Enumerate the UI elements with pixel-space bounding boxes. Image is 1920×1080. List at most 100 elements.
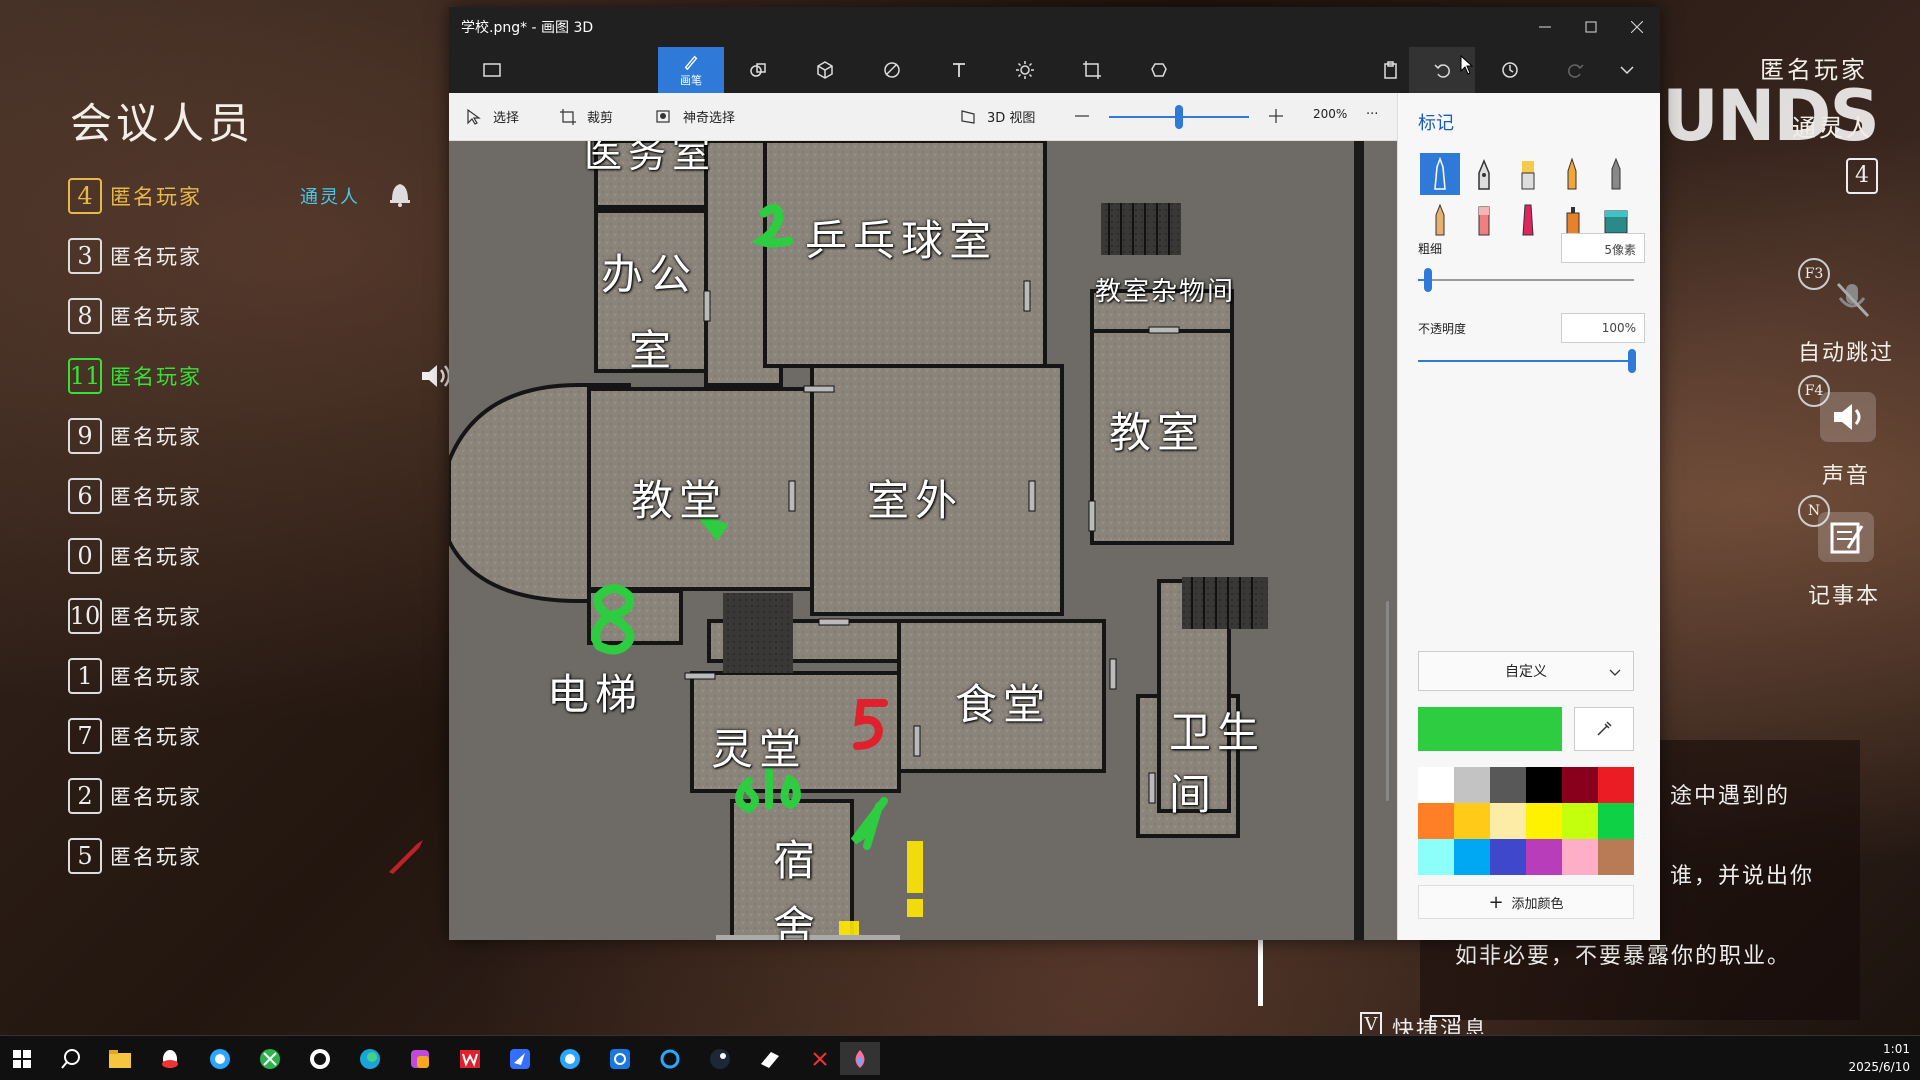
stickers-tab[interactable]	[859, 47, 925, 93]
color-swatch[interactable]	[1418, 839, 1454, 875]
select-tool[interactable]: 选择	[465, 107, 519, 126]
edge-icon[interactable]	[350, 1042, 390, 1075]
opacity-input[interactable]: 100%	[1561, 313, 1645, 343]
minimize-button[interactable]	[1522, 7, 1568, 47]
title-bar[interactable]: 学校.png* - 画图 3D	[449, 7, 1660, 47]
notebook-label[interactable]: 记事本	[1808, 578, 1880, 610]
player-row[interactable]: 0 匿名玩家	[68, 536, 448, 576]
player-row[interactable]: 7 匿名玩家	[68, 716, 448, 756]
calligraphy-pen-brush[interactable]	[1464, 153, 1504, 195]
color-swatch[interactable]	[1526, 803, 1562, 839]
opacity-slider[interactable]	[1418, 360, 1634, 362]
marker-brush[interactable]	[1420, 153, 1460, 195]
notebook-icon[interactable]	[1818, 512, 1874, 562]
brushes-tab[interactable]: 画笔	[658, 47, 724, 93]
menu-folder-button[interactable]	[459, 47, 525, 93]
eyedropper-button[interactable]	[1574, 707, 1634, 751]
sound-icon[interactable]	[1820, 392, 1876, 442]
browser-q2-icon[interactable]	[550, 1042, 590, 1075]
color-swatch[interactable]	[1526, 767, 1562, 803]
player-row[interactable]: 4 匿名玩家 通灵人	[68, 176, 448, 216]
file-explorer-icon[interactable]	[100, 1042, 140, 1075]
color-swatch[interactable]	[1490, 839, 1526, 875]
expand-chevron-icon[interactable]	[1594, 47, 1660, 93]
player-row[interactable]: 1 匿名玩家	[68, 656, 448, 696]
paint3d-taskbar-icon[interactable]	[840, 1042, 880, 1075]
xbox-icon[interactable]	[250, 1042, 290, 1075]
crayon-brush[interactable]	[1420, 199, 1460, 241]
cortana-icon[interactable]	[650, 1042, 690, 1075]
color-swatch[interactable]	[1454, 803, 1490, 839]
color-swatch[interactable]	[1490, 803, 1526, 839]
m365-icon[interactable]	[400, 1042, 440, 1075]
color-swatch[interactable]	[1454, 839, 1490, 875]
3d-view-toggle[interactable]: 3D 视图	[959, 107, 1035, 126]
color-swatch[interactable]	[1562, 767, 1598, 803]
player-row[interactable]: 3 匿名玩家	[68, 236, 448, 276]
search-icon[interactable]	[51, 1042, 91, 1075]
remote-desktop-icon[interactable]	[600, 1042, 640, 1075]
quick-message-key-label[interactable]: V	[1360, 1012, 1382, 1034]
player-row[interactable]: 10 匿名玩家	[68, 596, 448, 636]
player-row[interactable]: 6 匿名玩家	[68, 476, 448, 516]
magic-select-tool[interactable]: 神奇选择	[655, 107, 735, 126]
history-button[interactable]	[1477, 47, 1543, 93]
system-clock[interactable]: 1:01 2025/6/10	[1848, 1040, 1910, 1076]
zoom-in-button[interactable]	[1267, 107, 1295, 125]
close-button[interactable]	[1614, 7, 1660, 47]
player-row[interactable]: 9 匿名玩家	[68, 416, 448, 456]
opacity-slider-thumb[interactable]	[1628, 349, 1636, 373]
color-swatch[interactable]	[1454, 767, 1490, 803]
current-color-swatch[interactable]	[1418, 707, 1562, 751]
more-options-button[interactable]: ···	[1366, 107, 1378, 122]
watercolor-brush[interactable]	[1552, 153, 1592, 195]
color-swatch[interactable]	[1418, 767, 1454, 803]
mic-muted-icon[interactable]	[1828, 280, 1876, 320]
thickness-slider[interactable]	[1418, 279, 1634, 281]
color-mode-dropdown[interactable]: 自定义	[1418, 651, 1634, 691]
player-row[interactable]: 8 匿名玩家	[68, 296, 448, 336]
effects-tab[interactable]	[992, 47, 1058, 93]
game-icon[interactable]	[800, 1042, 840, 1075]
player-row[interactable]: 5 匿名玩家	[68, 836, 448, 876]
highlighter-brush[interactable]	[1508, 199, 1548, 241]
color-swatch[interactable]	[1562, 803, 1598, 839]
qq-icon[interactable]	[150, 1042, 190, 1075]
start-button[interactable]	[2, 1042, 42, 1075]
vertical-scrollbar[interactable]	[1386, 601, 1389, 801]
zoom-level[interactable]: 200%	[1313, 107, 1347, 121]
quick-message-label[interactable]: 快捷消息	[1392, 1012, 1488, 1034]
3d-shapes-tab[interactable]	[792, 47, 858, 93]
sound-label[interactable]: 声音	[1822, 458, 1870, 490]
maximize-button[interactable]	[1568, 7, 1614, 47]
feishu-icon[interactable]	[500, 1042, 540, 1075]
player-row[interactable]: 11 匿名玩家	[68, 356, 451, 396]
thickness-input[interactable]: 5像素	[1561, 233, 1645, 263]
browser-q-icon[interactable]	[200, 1042, 240, 1075]
crop-tool[interactable]: 裁剪	[559, 107, 613, 126]
2d-shapes-tab[interactable]	[725, 47, 791, 93]
wps-icon[interactable]	[450, 1042, 490, 1075]
steam-icon[interactable]	[700, 1042, 740, 1075]
oil-brush[interactable]	[1508, 153, 1548, 195]
auto-skip-label[interactable]: 自动跳过	[1798, 335, 1894, 367]
clock-app-icon[interactable]	[300, 1042, 340, 1075]
text-tab[interactable]	[926, 47, 992, 93]
color-swatch[interactable]	[1598, 803, 1634, 839]
color-swatch[interactable]	[1598, 767, 1634, 803]
drawing-canvas[interactable]: 医务室 办公 室 乒乓球室 教室杂物间 教堂 室外 教室 电梯 灵堂 食堂 卫生…	[449, 141, 1397, 940]
color-swatch[interactable]	[1598, 839, 1634, 875]
pencil-brush[interactable]	[1596, 153, 1636, 195]
color-swatch[interactable]	[1562, 839, 1598, 875]
zoom-slider-thumb[interactable]	[1175, 105, 1183, 129]
add-color-button[interactable]: + 添加颜色	[1418, 885, 1634, 919]
zoom-out-button[interactable]	[1073, 107, 1101, 125]
game-launcher-icon[interactable]	[750, 1042, 790, 1075]
eraser-brush[interactable]	[1464, 199, 1504, 241]
color-swatch[interactable]	[1490, 767, 1526, 803]
color-swatch[interactable]	[1526, 839, 1562, 875]
color-swatch[interactable]	[1418, 803, 1454, 839]
thickness-slider-thumb[interactable]	[1424, 268, 1432, 292]
3d-library-tab[interactable]	[1126, 47, 1192, 93]
canvas-tab[interactable]	[1059, 47, 1125, 93]
